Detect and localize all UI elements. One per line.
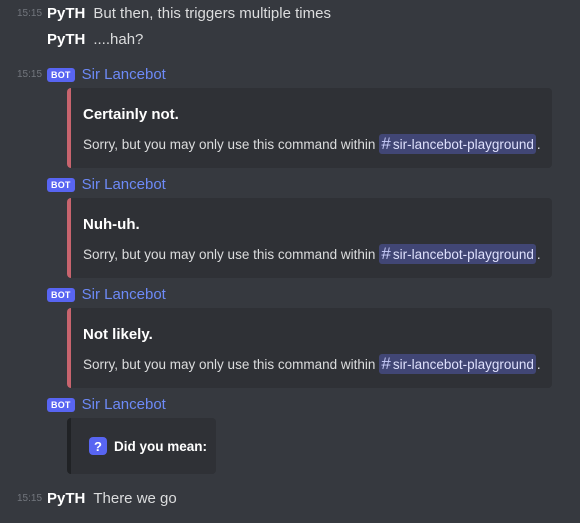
bot-badge: BOT <box>47 67 75 82</box>
embed-title: Certainly not. <box>83 106 179 123</box>
bot-name[interactable]: Sir Lancebot <box>82 286 166 303</box>
message-text: ....hah? <box>93 31 144 48</box>
bot-message-header: BOT Sir Lancebot <box>0 396 166 413</box>
did-you-mean-text: Did you mean: <box>114 438 208 454</box>
bot-name[interactable]: Sir Lancebot <box>82 396 166 413</box>
embed: Nuh-uh. Sorry, but you may only use this… <box>67 198 552 278</box>
channel-name: sir-lancebot-playground <box>392 356 534 372</box>
embed-description: Sorry, but you may only use this command… <box>83 134 541 154</box>
bot-message-header: 15:15 BOT Sir Lancebot <box>0 66 166 83</box>
bot-message-header: BOT Sir Lancebot <box>0 286 166 303</box>
hash-icon: # <box>381 134 391 153</box>
message-row: PyTH ....hah? <box>0 31 143 48</box>
bot-name[interactable]: Sir Lancebot <box>82 176 166 193</box>
bot-badge: BOT <box>47 177 75 192</box>
message-row: 15:15 PyTH There we go <box>0 490 177 507</box>
timestamp: 15:15 <box>17 69 43 80</box>
embed: Certainly not. Sorry, but you may only u… <box>67 88 552 168</box>
author-name[interactable]: PyTH <box>47 5 85 22</box>
author-name[interactable]: PyTH <box>47 490 85 507</box>
timestamp: 15:15 <box>17 8 43 19</box>
channel-name: sir-lancebot-playground <box>392 136 534 152</box>
bot-message-header: BOT Sir Lancebot <box>0 176 166 193</box>
channel-mention[interactable]: # sir-lancebot-playground <box>379 354 536 374</box>
did-you-mean-embed: ? Did you mean: <box>67 418 216 474</box>
question-icon: ? <box>89 437 107 455</box>
embed-title: Nuh-uh. <box>83 216 140 233</box>
hash-icon: # <box>381 244 391 263</box>
embed-desc-text: Sorry, but you may only use this command… <box>83 136 376 152</box>
embed-desc-text: Sorry, but you may only use this command… <box>83 246 376 262</box>
period: . <box>536 246 541 262</box>
hash-icon: # <box>381 354 391 373</box>
timestamp: 15:15 <box>17 493 43 504</box>
period: . <box>536 136 541 152</box>
bot-badge: BOT <box>47 287 75 302</box>
bot-badge: BOT <box>47 397 75 412</box>
channel-mention[interactable]: # sir-lancebot-playground <box>379 134 536 154</box>
channel-name: sir-lancebot-playground <box>392 246 534 262</box>
message-row: 15:15 PyTH But then, this triggers multi… <box>0 5 331 22</box>
message-text: But then, this triggers multiple times <box>93 5 331 22</box>
period: . <box>536 356 541 372</box>
embed-desc-text: Sorry, but you may only use this command… <box>83 356 376 372</box>
author-name[interactable]: PyTH <box>47 31 85 48</box>
message-text: There we go <box>93 490 177 507</box>
embed-description: Sorry, but you may only use this command… <box>83 354 541 374</box>
channel-mention[interactable]: # sir-lancebot-playground <box>379 244 536 264</box>
embed: Not likely. Sorry, but you may only use … <box>67 308 552 388</box>
bot-name[interactable]: Sir Lancebot <box>82 66 166 83</box>
embed-description: Sorry, but you may only use this command… <box>83 244 541 264</box>
embed-title: Not likely. <box>83 326 153 343</box>
